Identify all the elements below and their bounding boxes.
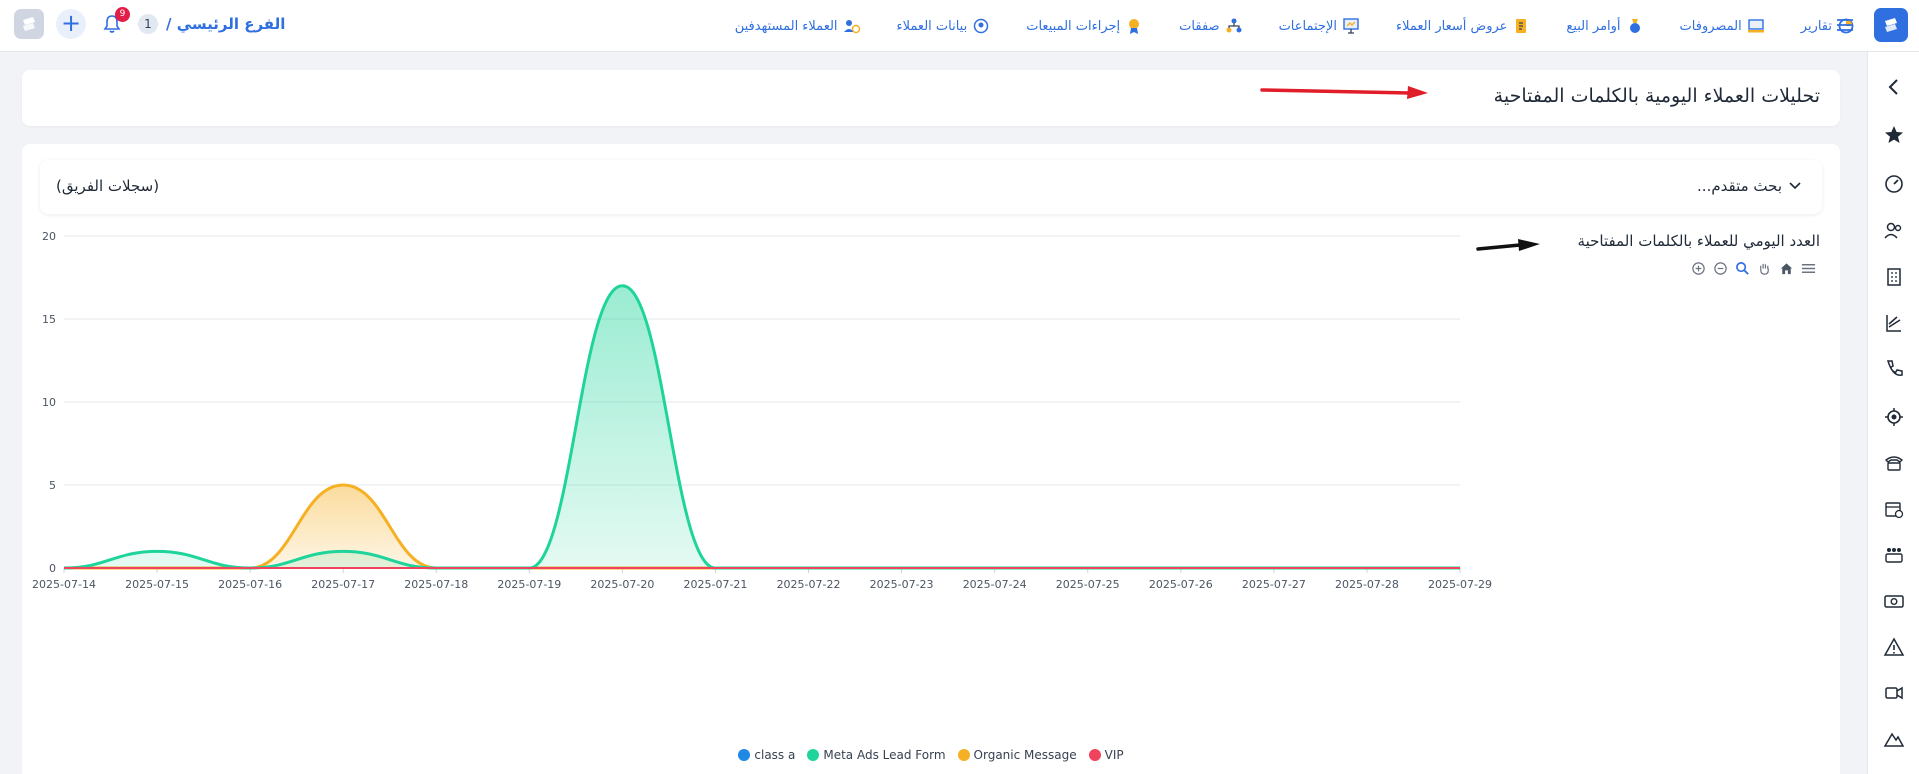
x-tick-label: 2025-07-14: [32, 578, 96, 591]
x-tick-label: 2025-07-23: [870, 578, 934, 591]
brand-logo-icon[interactable]: [1874, 8, 1908, 42]
marketing-icon[interactable]: [1883, 312, 1905, 334]
money-icon[interactable]: [1883, 590, 1905, 612]
y-tick-label: 10: [42, 396, 56, 409]
nav-item-5[interactable]: عروض أسعار العملاء: [1396, 17, 1530, 35]
add-new-button[interactable]: +: [56, 9, 86, 39]
branch-label: الفرع الرئيسي /: [166, 15, 286, 33]
legend-item[interactable]: VIP: [1088, 748, 1124, 762]
x-tick-label: 2025-07-17: [311, 578, 375, 591]
nav-item-3[interactable]: صفقات: [1179, 17, 1242, 35]
notification-count-badge: 9: [115, 7, 130, 22]
top-bar: + 9 الفرع الرئيسي / 1 العملاء المستهدفين…: [0, 0, 1919, 52]
legend-label: Meta Ads Lead Form: [823, 748, 946, 762]
expenses-icon: [1747, 17, 1765, 35]
target-customers-icon: [843, 17, 861, 35]
meetings-icon: [1342, 17, 1360, 35]
x-tick-label: 2025-07-27: [1242, 578, 1306, 591]
x-tick-label: 2025-07-28: [1335, 578, 1399, 591]
x-tick-label: 2025-07-24: [963, 578, 1027, 591]
dashboard-gauge-icon[interactable]: [1883, 172, 1905, 194]
nav-item-label: صفقات: [1179, 18, 1220, 34]
x-tick-label: 2025-07-16: [218, 578, 282, 591]
star-icon[interactable]: [1883, 124, 1905, 146]
nav-item-label: بيانات العملاء: [896, 18, 968, 34]
x-tick-label: 2025-07-18: [404, 578, 468, 591]
calendar-settings-icon[interactable]: [1883, 498, 1905, 520]
mountain-icon[interactable]: [1883, 728, 1905, 750]
nav-item-2[interactable]: إجراءات المبيعات: [1026, 17, 1143, 35]
deals-icon: [1225, 17, 1243, 35]
x-tick-label: 2025-07-19: [497, 578, 561, 591]
legend-marker: [738, 749, 751, 761]
warning-icon[interactable]: [1883, 636, 1905, 658]
analytics-card: بحث متقدم... (سجلات الفريق) العدد اليومي…: [22, 144, 1840, 774]
y-tick-label: 0: [49, 562, 56, 575]
chart-legend: class a Meta Ads Lead Form Organic Message…: [22, 748, 1840, 762]
x-tick-label: 2025-07-22: [777, 578, 841, 591]
users-icon[interactable]: [1883, 220, 1905, 242]
series-line-2: [64, 483, 1460, 570]
x-tick-label: 2025-07-26: [1149, 578, 1213, 591]
x-tick-label: 2025-07-21: [683, 578, 747, 591]
branch-number-badge: 1: [138, 14, 158, 34]
legend-label: VIP: [1104, 748, 1124, 762]
video-call-icon[interactable]: [1883, 682, 1905, 704]
branch-selector[interactable]: الفرع الرئيسي / 1: [138, 14, 285, 34]
sales-actions-icon: [1125, 17, 1143, 35]
nav-item-label: أوامر البيع: [1566, 18, 1621, 34]
legend-item[interactable]: Organic Message: [957, 748, 1077, 762]
nav-item-4[interactable]: الإجتماعات: [1279, 17, 1360, 35]
series-area-2: [64, 485, 1460, 568]
nav-item-label: العملاء المستهدفين: [734, 18, 838, 34]
x-tick-label: 2025-07-29: [1428, 578, 1492, 591]
nav-item-label: الإجتماعات: [1278, 18, 1337, 34]
nav-item-label: المصروفات: [1679, 18, 1742, 34]
y-tick-label: 20: [42, 230, 56, 243]
x-tick-label: 2025-07-25: [1056, 578, 1120, 591]
legend-label: class a: [754, 748, 796, 762]
telephone-icon[interactable]: [1883, 452, 1905, 474]
menu-icon[interactable]: [1834, 14, 1856, 36]
quotes-icon: [1512, 17, 1530, 35]
series-area-1: [64, 285, 1460, 568]
legend-item[interactable]: class a: [738, 748, 795, 762]
team-group-icon[interactable]: [1883, 544, 1905, 566]
page-title: تحليلات العملاء اليومية بالكلمات المفتاح…: [1493, 85, 1820, 107]
main-navigation: العملاء المستهدفين بيانات العملاء إجراءات …: [735, 0, 1855, 52]
location-target-icon[interactable]: [1883, 406, 1905, 428]
legend-marker: [957, 749, 970, 761]
nav-item-label: عروض أسعار العملاء: [1395, 18, 1508, 34]
collapse-chevron-icon[interactable]: [1883, 76, 1905, 98]
y-tick-label: 5: [49, 479, 56, 492]
x-tick-label: 2025-07-20: [590, 578, 654, 591]
notifications-button[interactable]: 9: [98, 7, 130, 39]
nav-item-label: إجراءات المبيعات: [1026, 18, 1121, 34]
legend-marker: [1088, 749, 1101, 761]
phone-call-icon[interactable]: [1883, 358, 1905, 380]
sales-orders-icon: [1626, 17, 1644, 35]
topbar-left-group: + 9 الفرع الرئيسي / 1: [14, 7, 285, 39]
red-annotation-arrow-icon: [1260, 86, 1428, 99]
legend-marker: [807, 749, 820, 761]
customer-data-icon: [972, 17, 990, 35]
legend-label: Organic Message: [973, 748, 1077, 762]
app-logo-icon[interactable]: [14, 9, 44, 39]
building-icon[interactable]: [1883, 266, 1905, 288]
x-tick-label: 2025-07-15: [125, 578, 189, 591]
series-line-1: [63, 284, 1460, 570]
y-tick-label: 15: [42, 313, 56, 326]
nav-item-6[interactable]: أوامر البيع: [1566, 17, 1643, 35]
daily-keyword-customers-chart[interactable]: 0 5 10 15 20 2025-07-14 2025-07-15 2025-07-16 20…: [22, 144, 1840, 744]
nav-item-7[interactable]: المصروفات: [1680, 17, 1765, 35]
nav-item-1[interactable]: بيانات العملاء: [897, 17, 991, 35]
page-title-card: تحليلات العملاء اليومية بالكلمات المفتاح…: [22, 70, 1840, 126]
legend-item[interactable]: Meta Ads Lead Form: [807, 748, 946, 762]
nav-item-0[interactable]: العملاء المستهدفين: [735, 17, 861, 35]
nav-item-label: تقارير: [1800, 18, 1832, 34]
icon-sidebar: [1867, 52, 1919, 774]
